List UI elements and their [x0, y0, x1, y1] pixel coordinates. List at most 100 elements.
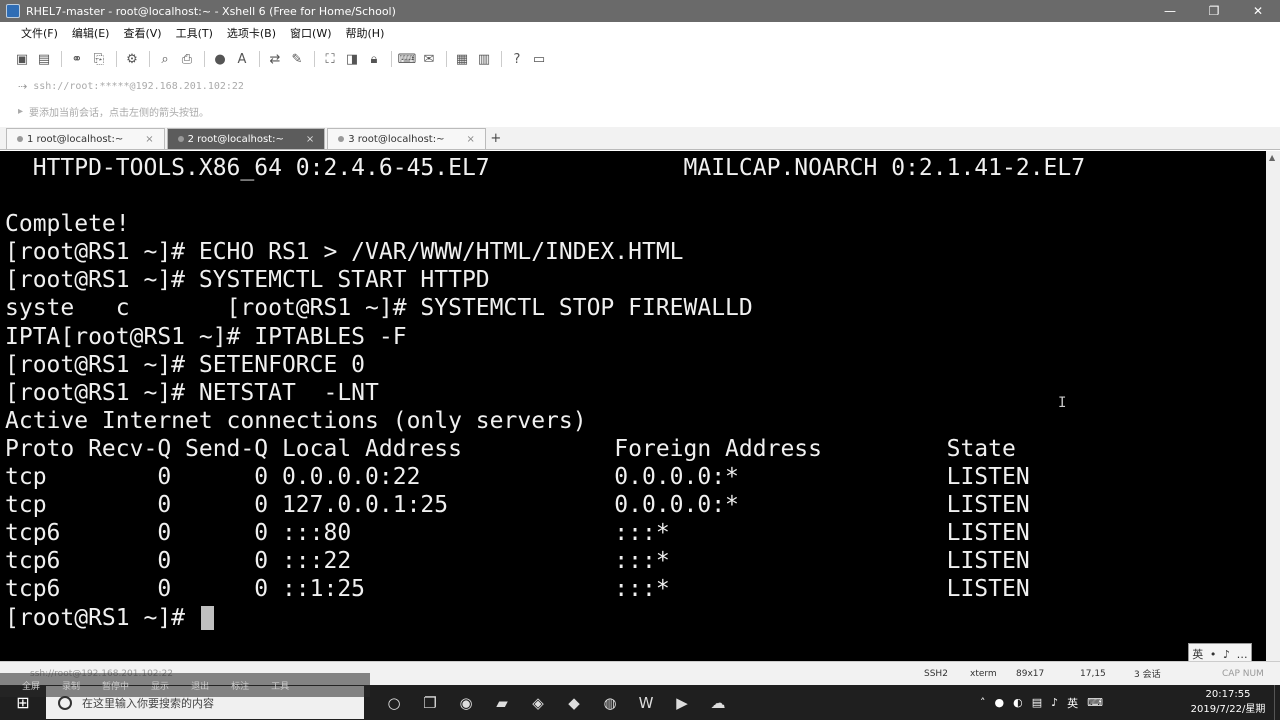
address-icon: ⇢	[18, 79, 28, 93]
terminal-line: Active Internet connections (only server…	[5, 407, 587, 434]
layout-icon[interactable]: ▦	[452, 49, 472, 69]
properties-icon[interactable]: ⚙	[122, 49, 142, 69]
tray-wechat-icon[interactable]: ◐	[1013, 696, 1023, 709]
status-protocol: SSH2	[924, 668, 948, 679]
overlay-tools[interactable]: 工具	[271, 679, 289, 692]
terminal-line: tcp 0 0 127.0.0.1:25 0.0.0.0:* LISTEN	[5, 492, 1030, 519]
ime-mic-icon[interactable]: ♪	[1223, 648, 1230, 661]
network-app-icon[interactable]: ◉	[448, 685, 484, 720]
menu-file[interactable]: 文件(F)	[14, 25, 65, 41]
menu-edit[interactable]: 编辑(E)	[65, 25, 117, 41]
open-folder-icon[interactable]: ▤	[34, 49, 54, 69]
terminal-scrollbar[interactable]: ▲	[1266, 151, 1280, 661]
toolbar-separator	[501, 51, 502, 67]
mouse-ibeam-icon: I	[1058, 395, 1067, 411]
help-icon[interactable]: ?	[507, 49, 527, 69]
tab-session-2[interactable]: 2 root@localhost:~ ×	[166, 128, 326, 149]
script-icon[interactable]: ✎	[287, 49, 307, 69]
overlay-annotate[interactable]: 标注	[231, 679, 249, 692]
overlay-fullscreen[interactable]: 全屏	[22, 679, 40, 692]
terminal-area[interactable]: HTTPD-TOOLS.X86_64 0:2.4.6-45.EL7 MAILCA…	[0, 151, 1266, 661]
keyboard-icon[interactable]: ⌨	[397, 49, 417, 69]
overlay-exit[interactable]: 退出	[191, 679, 209, 692]
terminal-line: [root@RS1 ~]# NETSTAT -LNT	[5, 379, 379, 406]
overlay-pause[interactable]: 暂停中	[102, 679, 129, 692]
tab-close-icon[interactable]: ×	[306, 134, 314, 145]
close-button[interactable]: ✕	[1236, 0, 1280, 22]
terminal-line: Complete!	[5, 211, 130, 238]
terminal-line: [root@RS1 ~]# SYSTEMCTL START HTTPD	[5, 267, 490, 294]
ime-punct-icon[interactable]: •	[1210, 648, 1217, 661]
title-bar: RHEL7-master - root@localhost:~ - Xshell…	[0, 0, 1280, 22]
terminal-line: [root@RS1 ~]# ECHO RS1 > /VAR/WWW/HTML/I…	[5, 239, 684, 266]
tray-volume-icon[interactable]: ♪	[1051, 696, 1058, 709]
find-icon[interactable]: ⌕	[155, 49, 175, 69]
scroll-up-icon[interactable]: ▲	[1269, 153, 1275, 162]
compose-icon[interactable]: ✉	[419, 49, 439, 69]
disconnect-icon[interactable]: ⚭	[67, 49, 87, 69]
recorder-icon[interactable]: ☁	[700, 685, 736, 720]
tab-label: 3 root@localhost:~	[348, 133, 445, 145]
tray-ime-icon[interactable]: ⌨	[1087, 696, 1103, 709]
toolbar-separator	[314, 51, 315, 67]
terminal-prompt-line: [root@RS1 ~]#	[5, 604, 1266, 632]
color-scheme-icon[interactable]: ●	[210, 49, 230, 69]
status-cursor-pos: 17,15	[1080, 668, 1106, 679]
fullscreen-icon[interactable]: ⛶	[320, 49, 340, 69]
taskbar-clock[interactable]: 20:17:55 2019/7/22/星期一	[1190, 687, 1266, 720]
lock-icon[interactable]: 🔒︎	[364, 49, 384, 69]
show-desktop-button[interactable]	[1274, 685, 1280, 720]
media-icon[interactable]: ▶	[664, 685, 700, 720]
tray-app-icon[interactable]: ●	[995, 696, 1005, 709]
tab-close-icon[interactable]: ×	[145, 134, 153, 145]
transparency-icon[interactable]: ◨	[342, 49, 362, 69]
overlay-show[interactable]: 显示	[151, 679, 169, 692]
xftp-icon[interactable]: ⇄	[265, 49, 285, 69]
new-session-icon[interactable]: ▣	[12, 49, 32, 69]
font-icon[interactable]: A	[232, 49, 252, 69]
minimize-button[interactable]: —	[1148, 0, 1192, 22]
xshell-icon[interactable]: ◆	[556, 685, 592, 720]
word-icon[interactable]: W	[628, 685, 664, 720]
tray-lang[interactable]: 英	[1067, 695, 1078, 711]
status-size: 89x17	[1016, 668, 1045, 679]
tray-network-icon[interactable]: ▤	[1032, 696, 1042, 709]
menu-help[interactable]: 帮助(H)	[339, 25, 392, 41]
overlay-record[interactable]: 录制	[62, 679, 80, 692]
terminal-cursor	[200, 606, 214, 630]
chat-icon[interactable]: ▭	[529, 49, 549, 69]
browser-icon[interactable]: ◍	[592, 685, 628, 720]
folder-icon[interactable]: ▰	[484, 685, 520, 720]
system-tray: ˄ ● ◐ ▤ ♪ 英 ⌨	[980, 685, 1112, 720]
toolbar-separator	[204, 51, 205, 67]
menu-window[interactable]: 窗口(W)	[283, 25, 338, 41]
clock-time: 20:17:55	[1205, 689, 1251, 700]
ime-more-icon[interactable]: …	[1237, 648, 1248, 661]
toolbar-separator	[149, 51, 150, 67]
maximize-button[interactable]: ❐	[1192, 0, 1236, 22]
tile-icon[interactable]: ▥	[474, 49, 494, 69]
terminal-line: tcp6 0 0 ::1:25 :::* LISTEN	[5, 576, 1030, 603]
cortana-icon[interactable]: ○	[376, 685, 412, 720]
address-bar[interactable]: ⇢ ssh://root:*****@192.168.201.102:22	[0, 74, 1280, 98]
tab-close-icon[interactable]: ×	[466, 134, 474, 145]
info-text: 要添加当前会话，点击左侧的箭头按钮。	[29, 107, 210, 119]
search-icon	[58, 695, 72, 710]
tab-session-3[interactable]: 3 root@localhost:~ ×	[327, 128, 486, 149]
ime-lang[interactable]: 英	[1192, 646, 1203, 662]
menu-tabs[interactable]: 选项卡(B)	[220, 25, 283, 41]
menu-tools[interactable]: 工具(T)	[169, 25, 220, 41]
copy-icon[interactable]: ⎘	[89, 49, 109, 69]
session-status-icon	[177, 136, 184, 142]
new-tab-button[interactable]: +	[488, 128, 504, 149]
task-view-icon[interactable]: ❐	[412, 685, 448, 720]
status-caps: CAP NUM	[1222, 668, 1264, 679]
menu-view[interactable]: 查看(V)	[116, 25, 168, 41]
vmware-icon[interactable]: ◈	[520, 685, 556, 720]
tab-session-1[interactable]: 1 root@localhost:~ ×	[6, 128, 165, 149]
tray-expand-icon[interactable]: ˄	[980, 696, 986, 709]
bookmark-icon: ▸	[18, 105, 24, 117]
print-icon[interactable]: ⎙	[177, 49, 197, 69]
toolbar-separator	[61, 51, 62, 67]
